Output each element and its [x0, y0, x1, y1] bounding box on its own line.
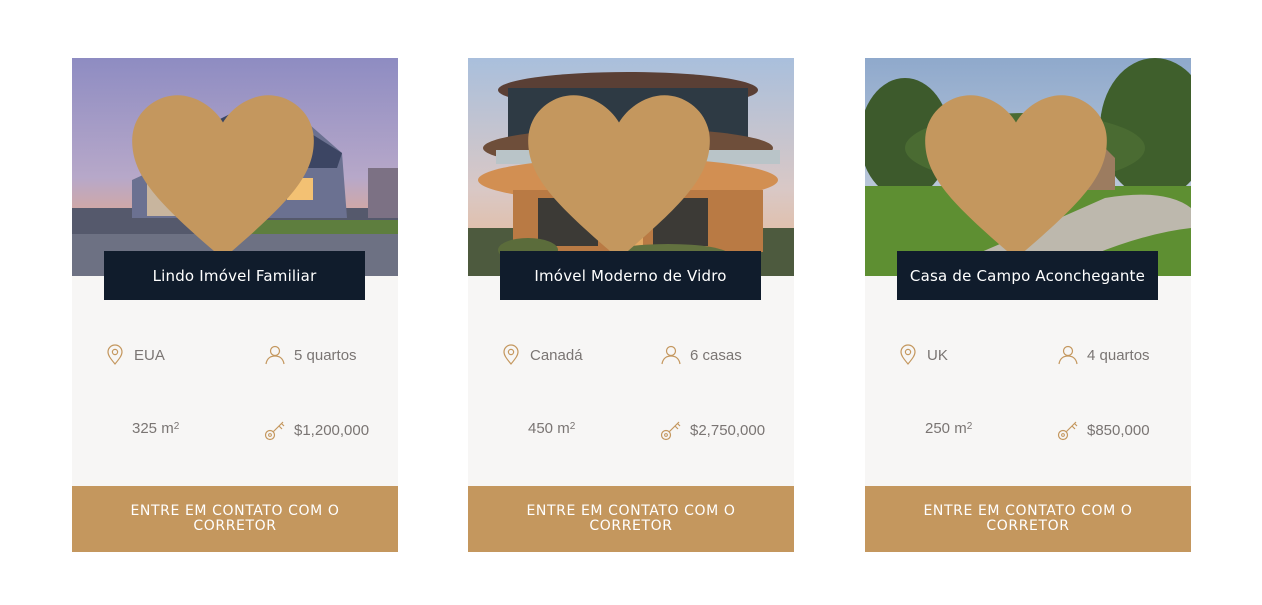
location-label: UK [927, 346, 948, 364]
area-label: 450 m [528, 420, 570, 437]
property-card: Lindo Imóvel Familiar EUA 5 quartos 325 … [72, 58, 398, 552]
area-label: 325 m [132, 420, 174, 437]
rooms-info: 4 quartos [1057, 344, 1150, 366]
key-icon [660, 421, 681, 441]
contact-agent-button[interactable]: ENTRE EM CONTATO COM O CORRETOR [865, 486, 1191, 552]
rooms-info: 6 casas [660, 344, 742, 366]
area-label: 250 m [925, 420, 967, 437]
rooms-label: 4 quartos [1087, 346, 1150, 364]
price-label: $850,000 [1087, 421, 1150, 439]
price-info: $850,000 [1057, 419, 1150, 441]
contact-agent-label: ENTRE EM CONTATO COM O CORRETOR [923, 503, 1133, 534]
location-label: Canadá [530, 346, 583, 364]
location-info: UK [897, 344, 948, 366]
user-icon [265, 345, 285, 365]
area-info: 325 m2 [132, 420, 179, 437]
property-title: Casa de Campo Aconchegante [897, 251, 1158, 300]
location-label: EUA [134, 346, 165, 364]
contact-agent-button[interactable]: ENTRE EM CONTATO COM O CORRETOR [468, 486, 794, 552]
area-info: 250 m2 [925, 420, 972, 437]
heart-icon[interactable] [865, 68, 1179, 276]
location-info: Canadá [500, 344, 583, 366]
contact-agent-button[interactable]: ENTRE EM CONTATO COM O CORRETOR [72, 486, 398, 552]
key-icon [264, 421, 285, 441]
heart-icon[interactable] [468, 68, 782, 276]
property-title: Lindo Imóvel Familiar [104, 251, 365, 300]
contact-agent-label: ENTRE EM CONTATO COM O CORRETOR [130, 503, 340, 534]
property-card: Casa de Campo Aconchegante UK 4 quartos … [865, 58, 1191, 552]
location-info: EUA [104, 344, 165, 366]
price-label: $1,200,000 [294, 421, 370, 439]
property-title: Imóvel Moderno de Vidro [500, 251, 761, 300]
map-pin-icon [503, 344, 519, 365]
rooms-label: 6 casas [690, 346, 742, 364]
property-photo[interactable] [865, 58, 1191, 276]
price-label: $2,750,000 [690, 421, 766, 439]
rooms-label: 5 quartos [294, 346, 357, 364]
property-card: Imóvel Moderno de Vidro Canadá 6 casas 4… [468, 58, 794, 552]
map-pin-icon [107, 344, 123, 365]
user-icon [1058, 345, 1078, 365]
map-pin-icon [900, 344, 916, 365]
heart-icon[interactable] [72, 68, 386, 276]
contact-agent-label: ENTRE EM CONTATO COM O CORRETOR [526, 503, 736, 534]
area-unit-exponent: 2 [173, 421, 180, 432]
price-info: $2,750,000 [660, 419, 765, 441]
user-icon [661, 345, 681, 365]
price-info: $1,200,000 [264, 419, 369, 441]
property-photo[interactable] [468, 58, 794, 276]
area-unit-exponent: 2 [966, 421, 973, 432]
rooms-info: 5 quartos [264, 344, 357, 366]
key-icon [1057, 421, 1078, 441]
area-info: 450 m2 [528, 420, 575, 437]
area-unit-exponent: 2 [569, 421, 576, 432]
property-photo[interactable] [72, 58, 398, 276]
